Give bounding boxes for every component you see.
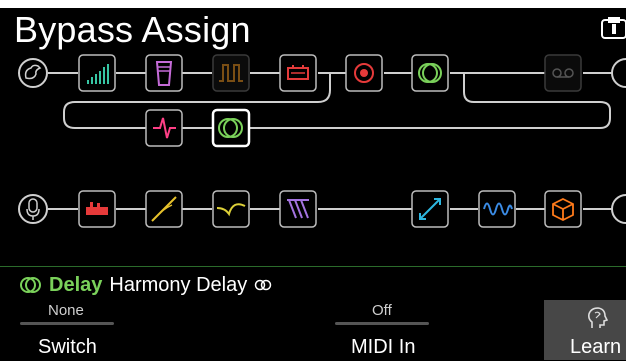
distortion-pedal-icon[interactable] [78,190,116,228]
filter-icon[interactable] [212,190,250,228]
path-a-lines [48,72,612,210]
guitar-input-icon [18,58,48,88]
split-icon[interactable] [411,190,449,228]
reverb-wave-icon[interactable] [478,190,516,228]
eq-graphic-icon[interactable] [78,54,116,92]
wah-pedal-icon[interactable] [145,54,183,92]
switch-label[interactable]: Switch [38,336,97,359]
signal-flow-grid [18,54,626,228]
output-b-icon [611,194,626,224]
switch-slider[interactable] [20,322,114,325]
dynamics-icon[interactable] [145,109,183,147]
selected-block-name: Delay Harmony Delay [20,272,272,298]
looper-icon[interactable] [544,54,582,92]
delay-icon[interactable] [411,54,449,92]
learn-label[interactable]: Learn [570,336,621,359]
learn-button[interactable]: Learn [544,300,626,360]
switch-value: None [48,302,84,319]
selected-delay-block[interactable] [211,108,251,148]
pitch-icon[interactable] [145,190,183,228]
learn-head-icon [588,307,608,328]
block-model: Harmony Delay [109,274,248,296]
delay-icon [20,277,41,293]
cab-speaker-icon[interactable] [345,54,383,92]
output-a-icon [611,58,626,88]
midi-in-label[interactable]: MIDI In [351,336,415,359]
microphone-input-icon [18,194,48,224]
cube-fx-icon[interactable] [544,190,582,228]
modulation-icon[interactable] [279,190,317,228]
amp-icon[interactable] [279,54,317,92]
midi-in-slider[interactable] [335,322,429,325]
gate-icon[interactable] [212,54,250,92]
midi-in-value: Off [372,302,392,319]
stereo-link-icon [254,279,272,291]
block-category: Delay [49,274,103,296]
